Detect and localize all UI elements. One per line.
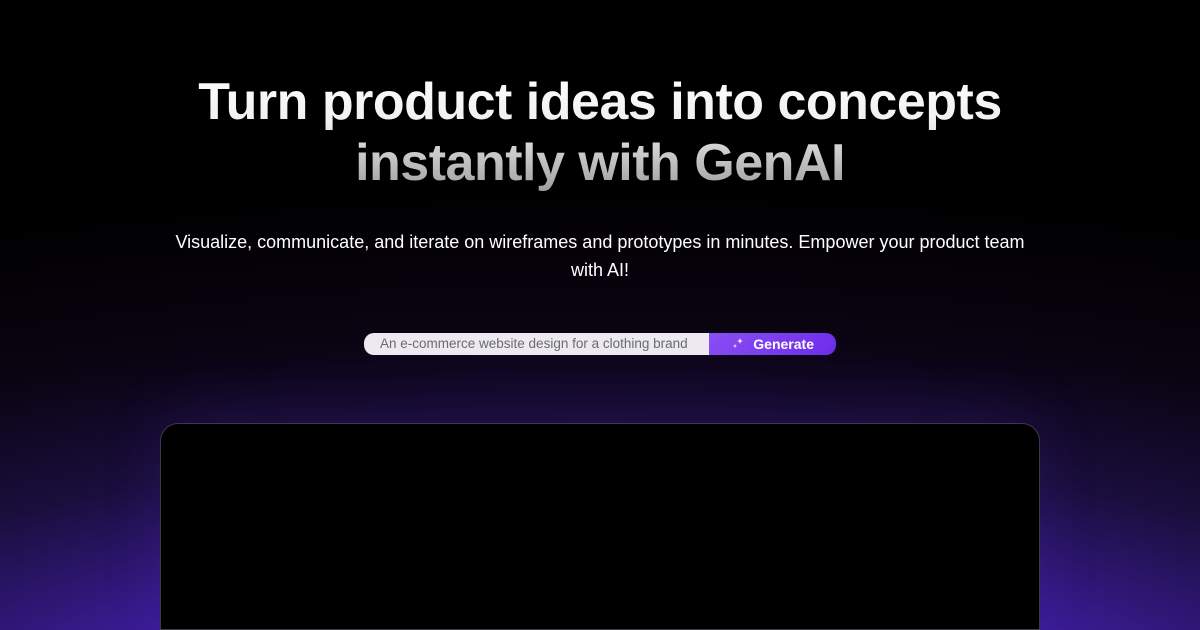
prompt-bar: Generate — [364, 333, 836, 356]
hero-headline: Turn product ideas into concepts instant… — [150, 72, 1050, 195]
sparkle-icon — [731, 337, 745, 351]
prompt-input[interactable] — [364, 333, 709, 356]
hero-section: Turn product ideas into concepts instant… — [0, 0, 1200, 630]
generate-button-label: Generate — [753, 336, 814, 352]
generate-button[interactable]: Generate — [709, 333, 836, 356]
hero-subhead: Visualize, communicate, and iterate on w… — [175, 229, 1025, 285]
preview-frame — [160, 423, 1040, 630]
